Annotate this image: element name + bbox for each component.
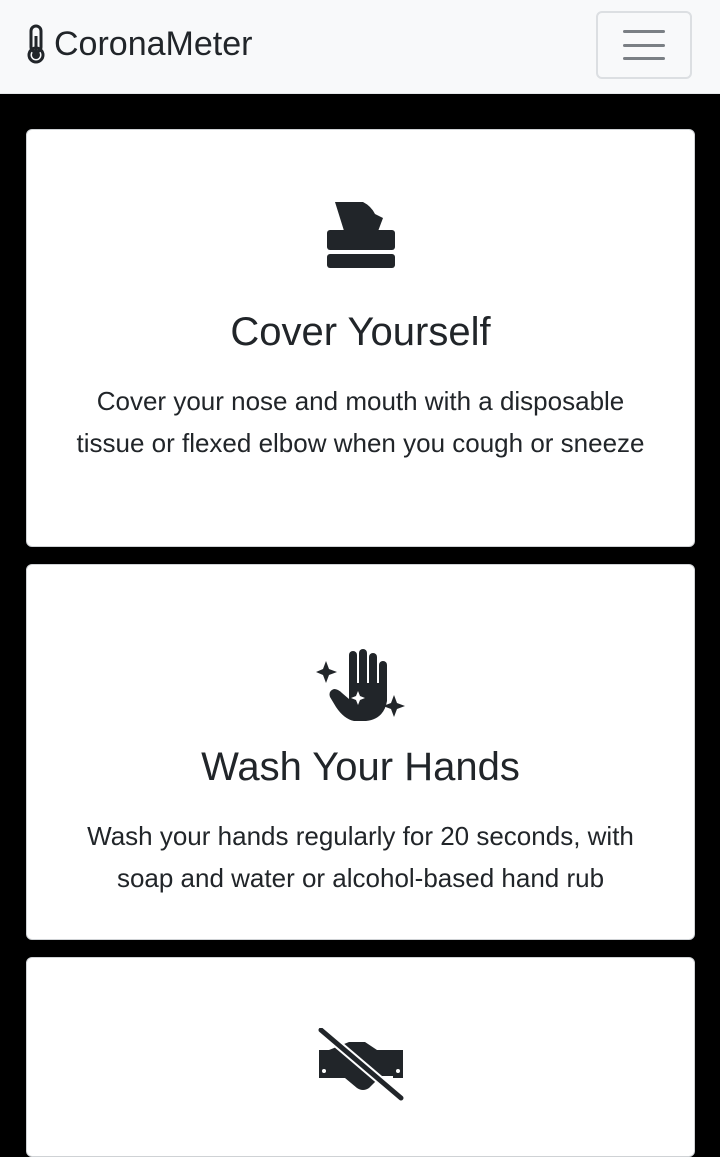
tissue-box-icon	[326, 202, 395, 268]
hamburger-menu-icon	[623, 30, 665, 60]
card-wash-your-hands: Wash Your Hands Wash your hands regularl…	[26, 564, 695, 940]
card-text: Cover your nose and mouth with a disposa…	[76, 386, 645, 458]
brand-name: CoronaMeter	[54, 24, 253, 63]
thermometer-icon	[27, 24, 45, 64]
card-title: Cover Yourself	[230, 310, 491, 354]
sparkling-clean-hand-icon	[315, 649, 405, 721]
card-text: Wash your hands regularly for 20 seconds…	[87, 821, 634, 893]
navbar: CoronaMeter	[0, 0, 720, 94]
card-avoid-handshake	[26, 957, 695, 1157]
card-cover-yourself: Cover Yourself Cover your nose and mouth…	[26, 129, 695, 547]
card-title: Wash Your Hands	[201, 745, 520, 789]
no-handshake-icon	[317, 1028, 404, 1102]
navbar-toggle-button[interactable]	[596, 11, 692, 79]
brand-link[interactable]: CoronaMeter	[24, 22, 252, 66]
